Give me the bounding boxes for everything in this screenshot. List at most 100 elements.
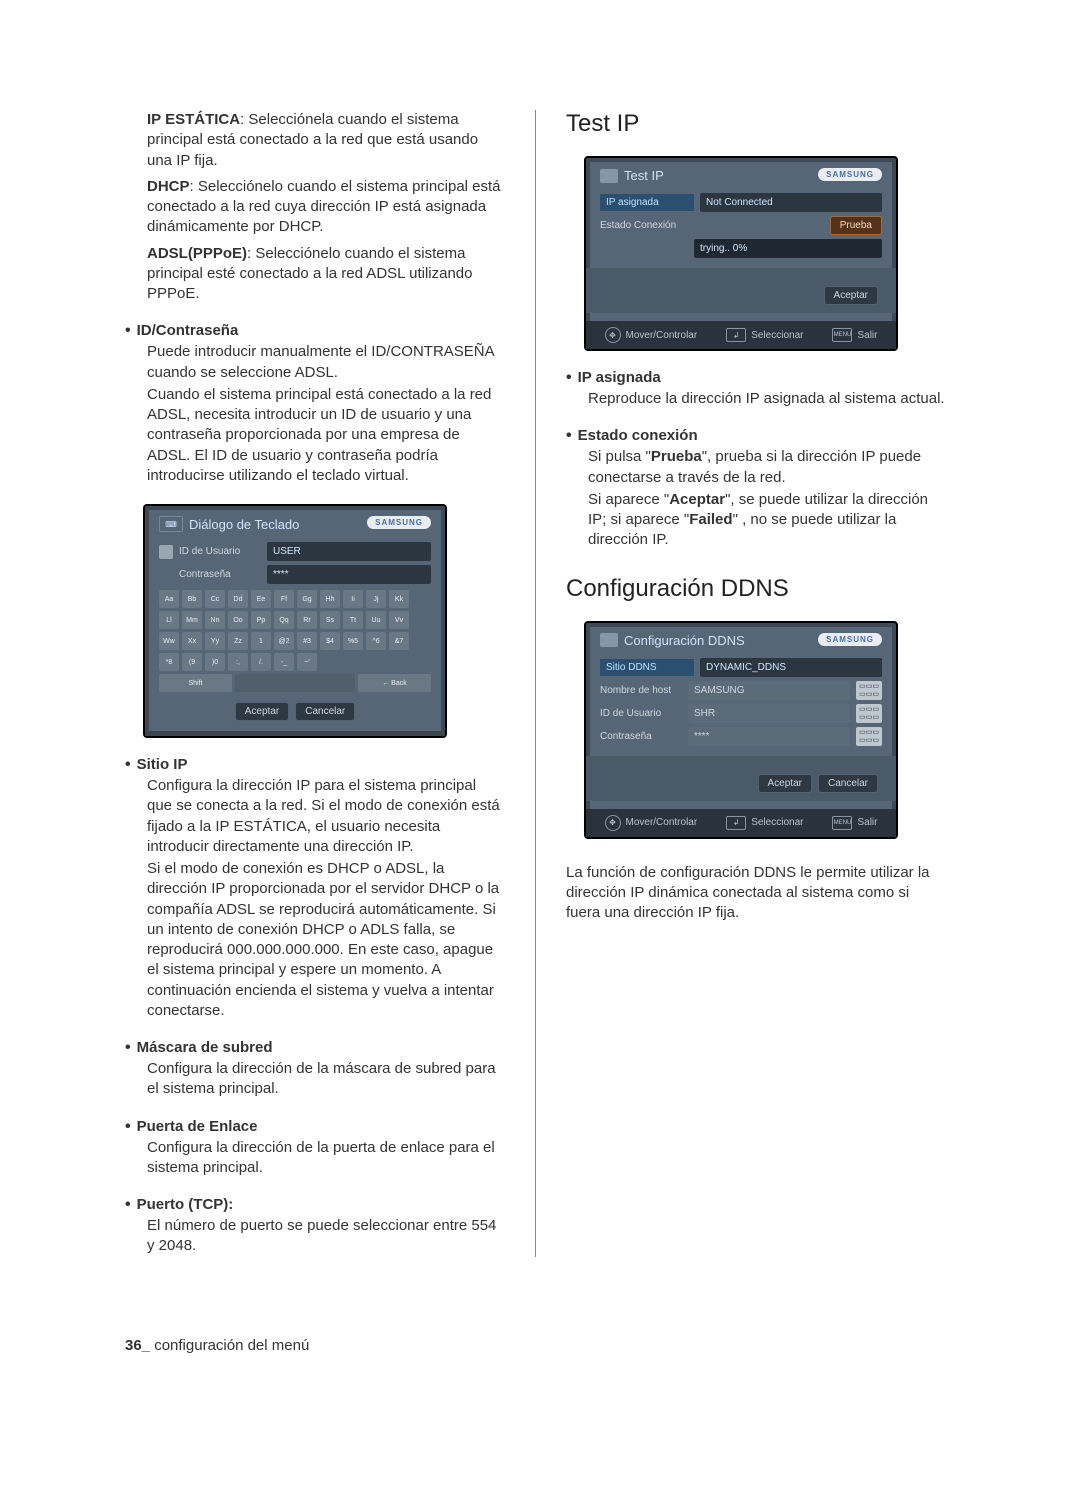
- keyboard-dialog-figure: SAMSUNG ⌨ Diálogo de Teclado ID de Usuar…: [143, 504, 505, 738]
- key-Ee[interactable]: Ee: [251, 590, 271, 608]
- port-bullet: • Puerto (TCP):: [125, 1196, 505, 1214]
- checkbox-icon[interactable]: [159, 545, 173, 559]
- key-Cc[interactable]: Cc: [205, 590, 225, 608]
- dhcp-label: DHCP: [147, 178, 190, 195]
- ddns-figure: SAMSUNG Configuración DDNS Sitio DDNS DY…: [584, 621, 946, 839]
- key-)0[interactable]: )0: [205, 653, 225, 671]
- key-Rr[interactable]: Rr: [297, 611, 317, 629]
- kb-button-row: Aceptar Cancelar: [159, 702, 431, 721]
- logo-badge: SAMSUNG: [367, 516, 431, 529]
- key-*8[interactable]: *8: [159, 653, 179, 671]
- key-1[interactable]: 1: [251, 632, 271, 650]
- sitio-p1: Configura la dirección IP para el sistem…: [147, 776, 505, 857]
- key-Bb[interactable]: Bb: [182, 590, 202, 608]
- key-Yy[interactable]: Yy: [205, 632, 225, 650]
- testip-row-ip: IP asignada Not Connected: [600, 193, 882, 212]
- shift-key[interactable]: Shift: [159, 674, 232, 692]
- ddns-cancel-button[interactable]: Cancelar: [818, 774, 878, 793]
- key-Oo[interactable]: Oo: [228, 611, 248, 629]
- keyboard-dialog-panel: SAMSUNG ⌨ Diálogo de Teclado ID de Usuar…: [143, 504, 447, 738]
- ddns-title-text: Configuración DDNS: [624, 633, 745, 648]
- left-column: IP ESTÁTICA: Selecciónela cuando el sist…: [125, 110, 505, 1257]
- kb-accept-button[interactable]: Aceptar: [235, 702, 289, 721]
- key-Uu[interactable]: Uu: [366, 611, 386, 629]
- mask-p: Configura la dirección de la máscara de …: [147, 1059, 505, 1100]
- key-Ll[interactable]: Ll: [159, 611, 179, 629]
- adsl-label: ADSL(PPPoE): [147, 245, 247, 262]
- key-Tt[interactable]: Tt: [343, 611, 363, 629]
- port-p: El número de puerto se puede seleccionar…: [147, 1216, 505, 1257]
- key-Xx[interactable]: Xx: [182, 632, 202, 650]
- f3: Salir: [857, 330, 877, 341]
- key-Qq[interactable]: Qq: [274, 611, 294, 629]
- kb-user-value[interactable]: USER: [267, 542, 431, 561]
- ddns-r1-value[interactable]: DYNAMIC_DDNS: [700, 658, 882, 677]
- ddns-dark-area: Aceptar Cancelar: [586, 756, 896, 801]
- logo-badge: SAMSUNG: [818, 633, 882, 646]
- kb-pass-value[interactable]: ****: [267, 565, 431, 584]
- space-key[interactable]: [235, 674, 355, 692]
- ddns-r4-value[interactable]: ****: [688, 727, 850, 746]
- estado-p2: Si aparece "Aceptar", se puede utilizar …: [588, 490, 946, 551]
- enter-icon: ↲: [726, 816, 746, 830]
- prueba-button[interactable]: Prueba: [830, 216, 882, 235]
- key-Ss[interactable]: Ss: [320, 611, 340, 629]
- ddns-r3-label: ID de Usuario: [600, 708, 682, 719]
- ddns-heading: Configuración DDNS: [566, 575, 946, 603]
- kb-user-label: ID de Usuario: [179, 546, 261, 557]
- kb-cancel-button[interactable]: Cancelar: [295, 702, 355, 721]
- f2: Seleccionar: [751, 817, 803, 828]
- f1: Mover/Controlar: [626, 330, 698, 341]
- key-$4[interactable]: $4: [320, 632, 340, 650]
- move-icon: ✥: [605, 815, 621, 831]
- testip-status: trying.. 0%: [694, 239, 882, 258]
- ip-asig-p: Reproduce la dirección IP asignada al si…: [588, 389, 946, 409]
- key-^6[interactable]: ^6: [366, 632, 386, 650]
- ddns-accept-button[interactable]: Aceptar: [758, 774, 812, 793]
- key-Pp[interactable]: Pp: [251, 611, 271, 629]
- ddns-p: La función de configuración DDNS le perm…: [566, 863, 946, 924]
- key-Jj[interactable]: Jj: [366, 590, 386, 608]
- key-Nn[interactable]: Nn: [205, 611, 225, 629]
- dhcp-body: : Selecciónelo cuando el sistema princip…: [147, 178, 501, 236]
- key-Kk[interactable]: Kk: [389, 590, 409, 608]
- key-Gg[interactable]: Gg: [297, 590, 317, 608]
- keyboard-icon[interactable]: ▭▭▭▭▭▭: [856, 727, 882, 746]
- key-#3[interactable]: #3: [297, 632, 317, 650]
- testip-panel: SAMSUNG Test IP IP asignada Not Connecte…: [584, 156, 898, 351]
- network-icon: [600, 633, 618, 647]
- key-Ii[interactable]: Ii: [343, 590, 363, 608]
- menu-icon: MENU: [832, 816, 852, 830]
- key-:,[interactable]: :,: [228, 653, 248, 671]
- key-Ww[interactable]: Ww: [159, 632, 179, 650]
- back-key[interactable]: ← Back: [358, 674, 431, 692]
- key-%5[interactable]: %5: [343, 632, 363, 650]
- keyboard-icon[interactable]: ▭▭▭▭▭▭: [856, 681, 882, 700]
- ip-asig-bullet: • IP asignada: [566, 369, 946, 387]
- ddns-r2-value[interactable]: SAMSUNG: [688, 681, 850, 700]
- key--_[interactable]: -_: [274, 653, 294, 671]
- testip-dark-area: Aceptar: [586, 268, 896, 313]
- key-Dd[interactable]: Dd: [228, 590, 248, 608]
- key-(9[interactable]: (9: [182, 653, 202, 671]
- key-Ff[interactable]: Ff: [274, 590, 294, 608]
- keyboard-icon[interactable]: ▭▭▭▭▭▭: [856, 704, 882, 723]
- column-divider: [535, 110, 536, 1257]
- f1: Mover/Controlar: [626, 817, 698, 828]
- key-Mm[interactable]: Mm: [182, 611, 202, 629]
- key-Zz[interactable]: Zz: [228, 632, 248, 650]
- testip-accept-button[interactable]: Aceptar: [824, 286, 878, 305]
- ddns-r3-value[interactable]: SHR: [688, 704, 850, 723]
- adsl-para: ADSL(PPPoE): Selecciónelo cuando el sist…: [147, 244, 505, 305]
- gw-label: Puerta de Enlace: [137, 1118, 258, 1136]
- sitio-bullet: • Sitio IP: [125, 756, 505, 774]
- key-Vv[interactable]: Vv: [389, 611, 409, 629]
- page-footer: 36_ configuración del menú: [0, 1337, 1080, 1354]
- key-Aa[interactable]: Aa: [159, 590, 179, 608]
- key-Hh[interactable]: Hh: [320, 590, 340, 608]
- ddns-panel: SAMSUNG Configuración DDNS Sitio DDNS DY…: [584, 621, 898, 839]
- key-@2[interactable]: @2: [274, 632, 294, 650]
- key-/.[interactable]: /.: [251, 653, 271, 671]
- key-&7[interactable]: &7: [389, 632, 409, 650]
- key-~'[interactable]: ~': [297, 653, 317, 671]
